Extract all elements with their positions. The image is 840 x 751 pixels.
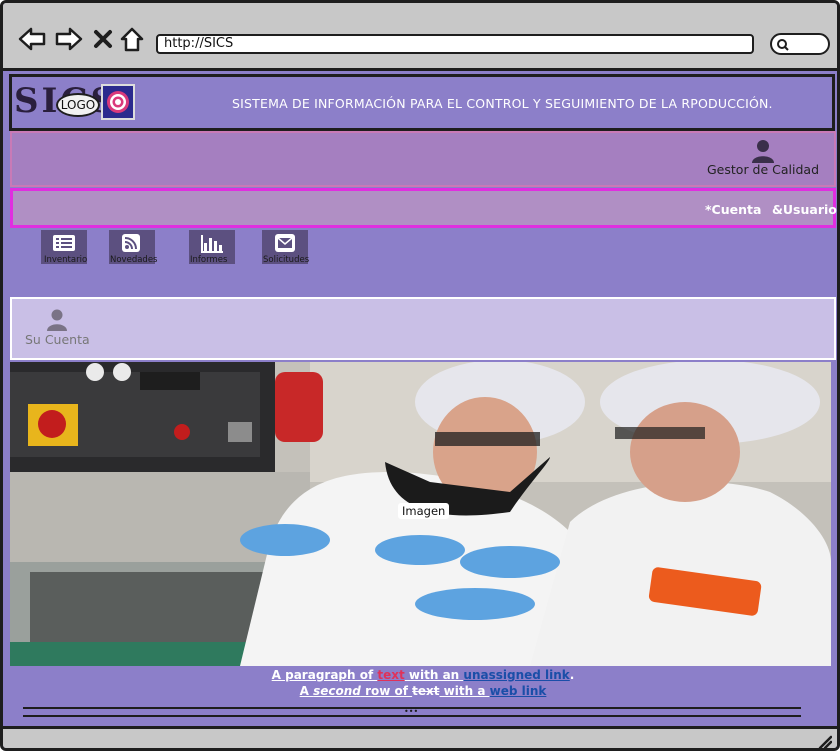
user-icon <box>47 309 67 331</box>
browser-window: http://SICS SICS LOGO SISTEMA DE INFORMA… <box>0 0 840 751</box>
paragraph-2: A second row of text with a web link <box>10 684 836 698</box>
bar-chart-icon <box>201 235 223 253</box>
paragraph-2-text-c: with a <box>439 684 490 698</box>
paragraph-1-text-b: with an <box>404 668 464 682</box>
search-icon <box>777 39 789 51</box>
back-arrow-icon[interactable] <box>17 25 47 53</box>
paragraph-2-strike: text <box>412 684 440 698</box>
menu-item-usuario[interactable]: &Usuario <box>772 202 837 217</box>
logo-emblem-icon <box>101 84 135 120</box>
tool-novedades-label: Novedades <box>110 255 158 265</box>
browser-status-bar <box>3 726 837 749</box>
paragraph-1-end: . <box>569 668 575 682</box>
footer-dots: ••• <box>404 707 419 716</box>
user-bar: Gestor de Calidad <box>10 131 836 187</box>
search-field[interactable] <box>770 33 830 55</box>
user-role-label: Gestor de Calidad <box>707 162 820 177</box>
tool-inventario[interactable]: Inventario <box>41 230 89 266</box>
account-panel[interactable]: Su Cuenta <box>10 297 836 360</box>
home-icon[interactable] <box>119 25 145 53</box>
menu-bar: *Cuenta &Usuario <box>10 188 837 228</box>
paragraph-2-text-b: row of <box>360 684 413 698</box>
paragraph-1-highlight: text <box>377 668 405 682</box>
tool-inventario-label: Inventario <box>44 255 88 265</box>
list-icon <box>53 235 75 251</box>
paragraph-1-text-a: A paragraph of <box>271 668 378 682</box>
tool-informes-label: Informes <box>190 255 228 265</box>
app-header: SICS LOGO SISTEMA DE INFORMACIÓN PARA EL… <box>9 74 835 131</box>
user-icon[interactable] <box>751 139 775 163</box>
image-caption: Imagen <box>398 503 450 519</box>
web-link[interactable]: web link <box>490 684 547 698</box>
tool-solicitudes-label: Solicitudes <box>263 255 310 265</box>
hero-image: Imagen <box>10 362 831 666</box>
close-x-icon[interactable] <box>91 25 115 53</box>
tool-novedades[interactable]: Novedades <box>109 230 157 266</box>
resize-handle-icon[interactable] <box>818 735 832 749</box>
tool-informes[interactable]: Informes <box>189 230 237 266</box>
mail-icon <box>275 234 295 252</box>
account-label: Su Cuenta <box>25 332 90 347</box>
paragraph-2-text-a: A <box>299 684 314 698</box>
logo-badge: LOGO <box>56 93 100 117</box>
unassigned-link[interactable]: unassigned link <box>463 668 569 682</box>
url-input[interactable]: http://SICS <box>156 34 754 54</box>
paragraph-1: A paragraph of text with an unassigned l… <box>10 668 836 682</box>
tool-solicitudes[interactable]: Solicitudes <box>262 230 312 266</box>
paragraph-2-italic: second <box>313 684 361 698</box>
menu-item-cuenta[interactable]: *Cuenta <box>705 202 761 217</box>
browser-toolbar: http://SICS <box>3 3 837 71</box>
rss-icon <box>122 234 140 252</box>
forward-arrow-icon[interactable] <box>54 25 84 53</box>
header-title: SISTEMA DE INFORMACIÓN PARA EL CONTROL Y… <box>232 96 773 111</box>
